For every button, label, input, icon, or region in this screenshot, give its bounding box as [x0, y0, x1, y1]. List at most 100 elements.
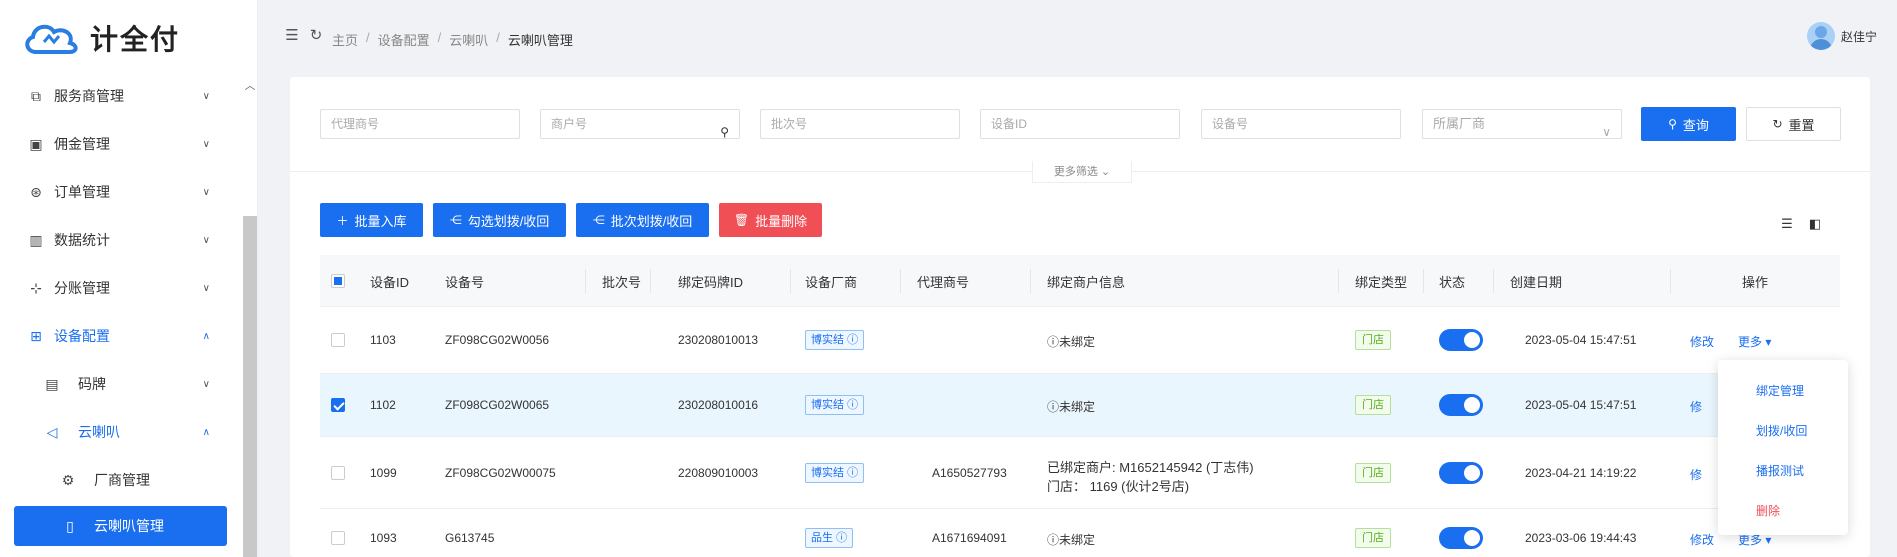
more-link-label: 更多: [1738, 533, 1763, 547]
column-header[interactable]: 创建日期: [1510, 272, 1562, 291]
cell-agent-no: A1671694091: [932, 531, 1007, 545]
more-link-label: 更多: [1738, 335, 1763, 349]
column-divider: [1030, 269, 1031, 293]
vendor-select[interactable]: 所属厂商 ∨: [1422, 109, 1622, 139]
row-checkbox[interactable]: [331, 333, 345, 347]
table-row[interactable]: 1102 ZF098CG02W0065 230208010016 博实结 ⓘ ⓘ…: [320, 374, 1840, 437]
bind-type-tag: 门店: [1355, 463, 1391, 483]
document-icon: ▯: [66, 517, 74, 534]
dropdown-item-delete[interactable]: 删除: [1756, 502, 1780, 519]
select-assign-button[interactable]: ⋲ 勾选划拨/收回: [433, 203, 566, 237]
more-filter-toggle[interactable]: 更多筛选 ⌄: [1032, 161, 1132, 183]
plus-icon: ＋: [336, 213, 349, 228]
cell-device-id: 1103: [370, 333, 396, 347]
row-checkbox[interactable]: [331, 531, 345, 545]
device-no-input[interactable]: 设备号: [1201, 109, 1401, 139]
reset-button[interactable]: ↻ 重置: [1746, 107, 1841, 141]
sidebar-scrollbar[interactable]: [243, 216, 257, 557]
user-menu[interactable]: 赵佳宁: [1806, 22, 1877, 50]
sidebar-item-service-provider[interactable]: ⧉ 服务商管理 ∨: [0, 76, 240, 116]
status-toggle[interactable]: [1439, 462, 1483, 484]
info-icon[interactable]: ⓘ: [847, 334, 858, 346]
column-header[interactable]: 绑定商户信息: [1047, 272, 1125, 291]
column-header[interactable]: 批次号: [602, 272, 641, 291]
column-header[interactable]: 设备号: [445, 272, 484, 291]
column-header[interactable]: 代理商号: [917, 272, 969, 291]
chevron-up-icon: ∧: [202, 426, 210, 438]
sidebar-item-device-config[interactable]: ⊞ 设备配置 ∧: [0, 316, 240, 356]
column-header[interactable]: 状态: [1439, 272, 1465, 291]
column-divider: [790, 269, 791, 293]
column-header[interactable]: 设备厂商: [805, 272, 857, 291]
sidebar-item-split[interactable]: ⊹ 分账管理 ∨: [0, 268, 240, 308]
vendor-tag: 博实结 ⓘ: [805, 463, 865, 483]
search-icon: ⚲: [1668, 117, 1677, 131]
refresh-icon[interactable]: ↻: [308, 28, 324, 44]
breadcrumb-device-config[interactable]: 设备配置: [378, 30, 430, 49]
merchant-no-input[interactable]: 商户号 ⚲: [540, 109, 740, 139]
cell-merchant-bound: 已绑定商户: M1652145942 (丁志伟): [1047, 460, 1254, 475]
row-checkbox[interactable]: [331, 466, 345, 480]
sidebar-item-orders[interactable]: ⊛ 订单管理 ∨: [0, 172, 240, 212]
caret-down-icon: ▾: [1765, 533, 1772, 547]
breadcrumb-home[interactable]: 主页: [332, 30, 358, 49]
more-link[interactable]: 更多 ▾: [1738, 333, 1771, 350]
table-row[interactable]: 1099 ZF098CG02W00075 220809010003 博实结 ⓘ …: [320, 437, 1840, 509]
user-name[interactable]: 赵佳宁: [1841, 28, 1877, 45]
info-icon[interactable]: ⓘ: [836, 532, 847, 544]
density-icon[interactable]: ☰: [1780, 217, 1794, 231]
batch-assign-button[interactable]: ⋲ 批次划拨/收回: [576, 203, 709, 237]
sidebar-item-vendor[interactable]: ⚙ 厂商管理: [0, 460, 240, 500]
sidebar-item-commission[interactable]: ▣ 佣金管理 ∨: [0, 124, 240, 164]
row-checkbox[interactable]: [331, 398, 345, 412]
dropdown-item-bind-manage[interactable]: 绑定管理: [1756, 382, 1804, 399]
column-settings-icon[interactable]: ◧: [1808, 217, 1822, 231]
column-header[interactable]: 绑定码牌ID: [678, 272, 743, 291]
dropdown-item-broadcast-test[interactable]: 播报测试: [1756, 462, 1804, 479]
caret-down-icon: ▾: [1765, 335, 1772, 349]
batch-no-input[interactable]: 批次号: [760, 109, 960, 139]
batch-assign-label: 批次划拨/收回: [610, 213, 693, 229]
vendor-tag-label: 品生: [811, 532, 833, 544]
sidebar-item-statistics[interactable]: ▥ 数据统计 ∨: [0, 220, 240, 260]
column-header[interactable]: 设备ID: [370, 272, 409, 291]
breadcrumb-separator: /: [437, 30, 442, 45]
cell-device-no: G613745: [445, 531, 495, 545]
bar-chart-icon: ▥: [29, 231, 43, 248]
search-icon[interactable]: ⚲: [720, 118, 729, 146]
status-toggle[interactable]: [1439, 394, 1483, 416]
vendor-tag-label: 博实结: [811, 399, 844, 411]
batch-import-button[interactable]: ＋ 批量入库: [320, 203, 423, 237]
status-toggle[interactable]: [1439, 329, 1483, 351]
cell-device-id: 1099: [370, 466, 397, 480]
select-all-checkbox[interactable]: [331, 274, 345, 288]
store-icon: ⧉: [31, 87, 41, 104]
sidebar-item-qrcode-board[interactable]: ▤ 码牌 ∨: [0, 364, 240, 404]
batch-delete-button[interactable]: 🗑 批量删除: [719, 203, 822, 237]
agent-no-input[interactable]: 代理商号: [320, 109, 520, 139]
sidebar-item-cloud-speaker[interactable]: ◁ 云喇叭 ∧: [0, 412, 240, 452]
dropdown-item-assign[interactable]: 划拨/收回: [1756, 422, 1807, 439]
breadcrumb-cloud-speaker[interactable]: 云喇叭: [449, 30, 488, 49]
avatar[interactable]: [1806, 22, 1835, 50]
edit-link[interactable]: 修: [1690, 398, 1702, 415]
status-toggle[interactable]: [1439, 527, 1483, 549]
device-id-input[interactable]: 设备ID: [980, 109, 1180, 139]
cell-created-date: 2023-05-04 15:47:51: [1525, 398, 1637, 412]
column-header[interactable]: 绑定类型: [1355, 272, 1407, 291]
chevron-down-icon: ∨: [202, 282, 210, 294]
info-icon[interactable]: ⓘ: [847, 467, 858, 479]
info-icon[interactable]: ⓘ: [847, 399, 858, 411]
sidebar-item-cloud-speaker-manage[interactable]: ▯ 云喇叭管理: [14, 506, 227, 546]
search-button[interactable]: ⚲ 查询: [1641, 107, 1736, 141]
cell-device-id: 1102: [370, 398, 396, 412]
edit-link[interactable]: 修: [1690, 466, 1702, 483]
scroll-up-icon[interactable]: ︿: [244, 80, 256, 92]
column-divider: [1338, 269, 1339, 293]
menu-fold-icon[interactable]: ☰: [284, 28, 300, 44]
table-row[interactable]: 1093 G613745 品生 ⓘ A1671694091 ⓘ未绑定 门店 20…: [320, 509, 1840, 557]
edit-link[interactable]: 修改: [1690, 333, 1714, 350]
app-logo[interactable]: 计全付: [22, 18, 180, 58]
table-row[interactable]: 1103 ZF098CG02W0056 230208010013 博实结 ⓘ ⓘ…: [320, 307, 1840, 374]
edit-link[interactable]: 修改: [1690, 531, 1714, 548]
